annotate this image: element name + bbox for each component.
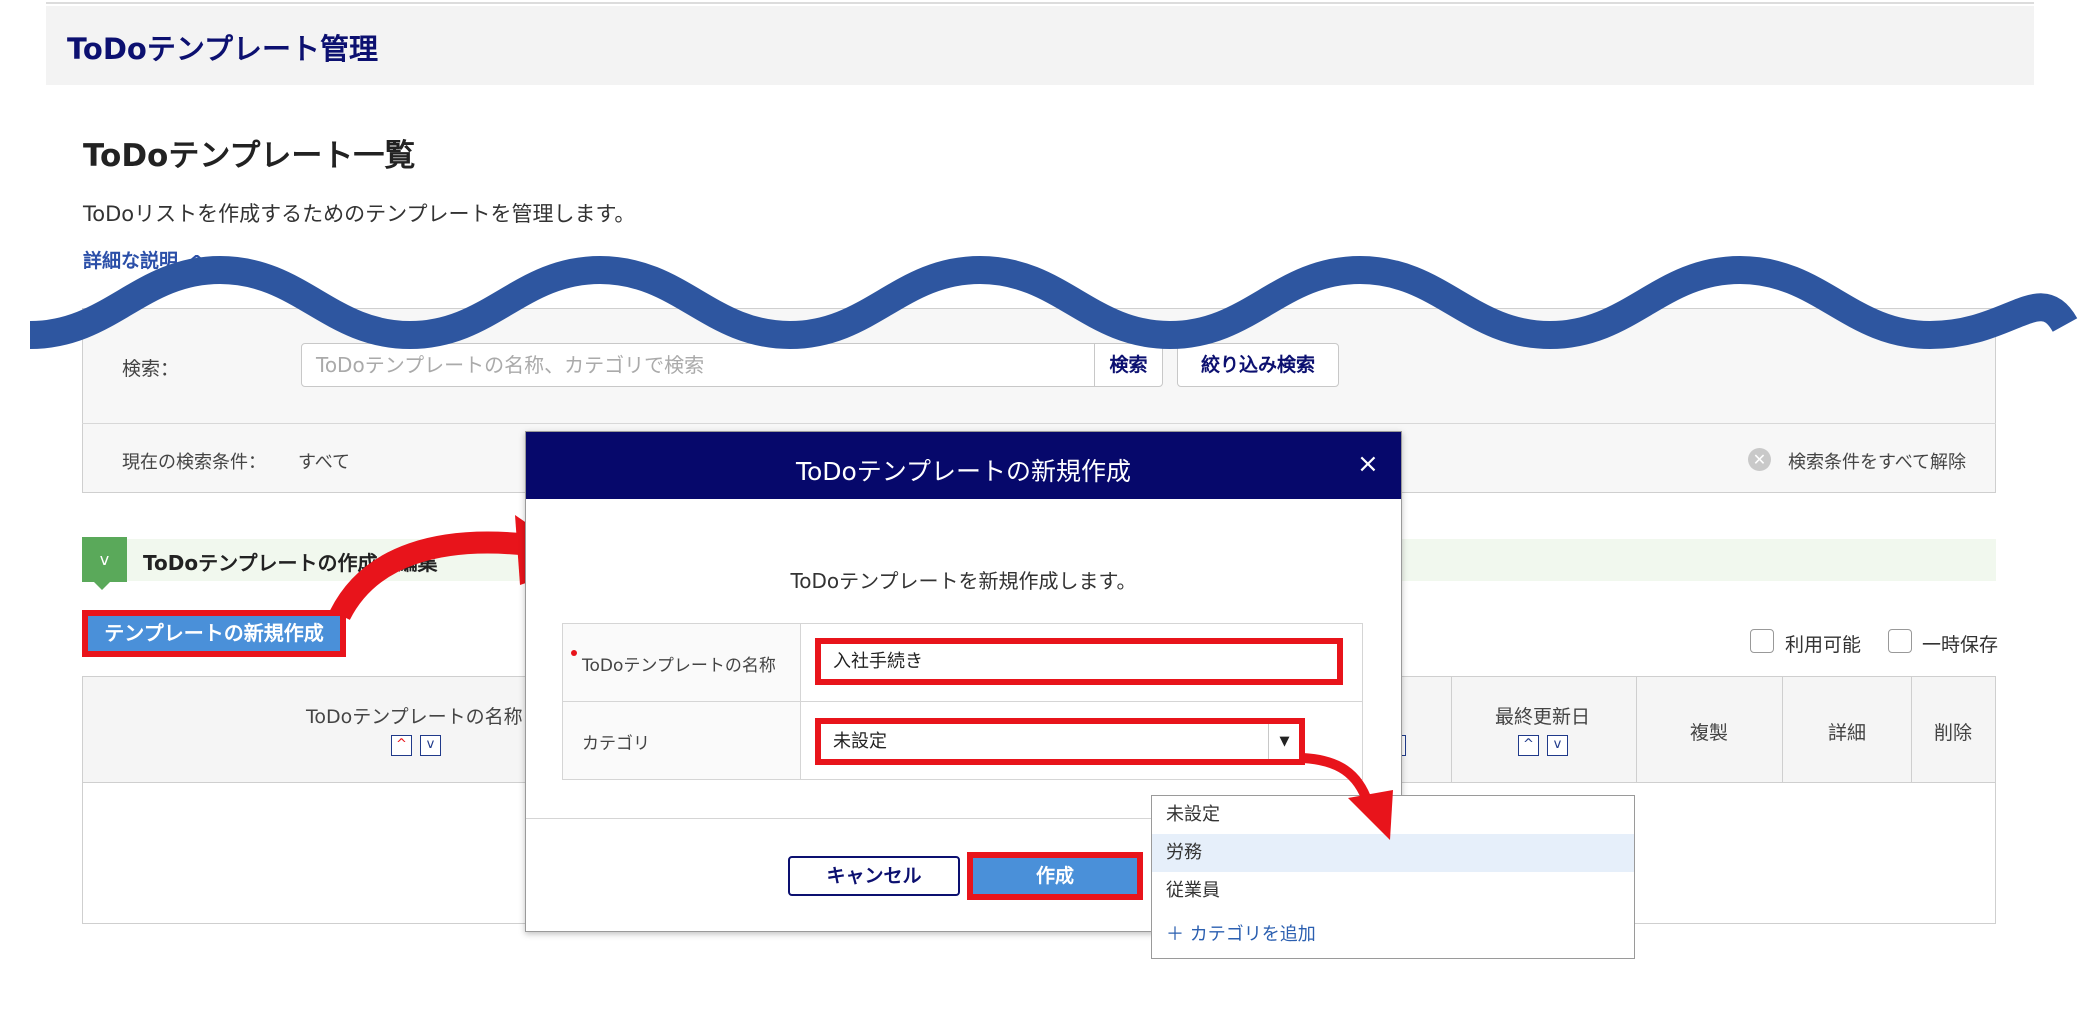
column-divider bbox=[1451, 677, 1452, 782]
page-title: ToDoテンプレート一覧 bbox=[83, 138, 416, 174]
available-checkbox[interactable] bbox=[1750, 629, 1774, 653]
th-updated: 最終更新日 bbox=[1495, 706, 1591, 728]
clear-conditions-link[interactable]: 検索条件をすべて解除 bbox=[1788, 448, 1966, 474]
dropdown-option[interactable]: 従業員 bbox=[1152, 872, 1634, 910]
draft-checkbox[interactable] bbox=[1888, 629, 1912, 653]
cancel-button[interactable]: キャンセル bbox=[788, 856, 960, 896]
create-template-button[interactable]: テンプレートの新規作成 bbox=[82, 610, 346, 657]
required-indicator bbox=[571, 650, 577, 656]
column-divider bbox=[1782, 677, 1783, 782]
current-condition-label: 現在の検索条件： bbox=[122, 452, 266, 473]
plus-icon: ＋ bbox=[1166, 924, 1184, 945]
template-name-input[interactable]: 入社手続き bbox=[815, 638, 1343, 685]
column-divider bbox=[1911, 677, 1912, 782]
modal-description: ToDoテンプレートを新規作成します。 bbox=[790, 569, 1137, 593]
page-description: ToDoリストを作成するためのテンプレートを管理します。 bbox=[83, 202, 636, 226]
dropdown-arrow-icon[interactable]: ▼ bbox=[1268, 724, 1300, 759]
category-select[interactable]: 未設定 bbox=[815, 718, 1305, 765]
add-category-link[interactable]: ＋ カテゴリを追加 bbox=[1166, 920, 1316, 946]
column-divider bbox=[1636, 677, 1637, 782]
th-duplicate: 複製 bbox=[1690, 722, 1729, 744]
top-rule bbox=[46, 2, 2034, 4]
sort-desc-icon[interactable]: v bbox=[1547, 735, 1568, 756]
draft-label: 一時保存 bbox=[1922, 634, 1999, 656]
current-condition-value: すべて bbox=[298, 452, 351, 473]
create-button[interactable]: 作成 bbox=[967, 852, 1143, 900]
chevron-down-icon[interactable]: v bbox=[82, 537, 127, 590]
modal-title: ToDoテンプレートの新規作成 bbox=[795, 457, 1132, 486]
category-label: カテゴリ bbox=[582, 734, 650, 754]
app-title: ToDoテンプレート管理 bbox=[67, 32, 378, 66]
th-detail: 詳細 bbox=[1828, 722, 1867, 744]
sort-desc-icon[interactable]: v bbox=[420, 735, 441, 756]
divider bbox=[82, 423, 1996, 424]
annotation-arrow bbox=[1302, 753, 1393, 840]
decorative-wave bbox=[29, 255, 2078, 350]
sort-asc-icon[interactable]: ^ bbox=[391, 735, 412, 756]
th-name: ToDoテンプレートの名称 bbox=[306, 706, 523, 728]
add-category-label: カテゴリを追加 bbox=[1189, 924, 1316, 945]
close-icon[interactable]: × bbox=[1357, 449, 1379, 479]
sort-asc-icon[interactable]: ^ bbox=[1518, 735, 1539, 756]
clear-icon[interactable]: ✕ bbox=[1748, 448, 1771, 471]
th-delete: 削除 bbox=[1934, 722, 1973, 744]
name-label: ToDoテンプレートの名称 bbox=[582, 656, 776, 676]
available-label: 利用可能 bbox=[1785, 634, 1862, 656]
form-row-divider bbox=[563, 701, 1362, 702]
